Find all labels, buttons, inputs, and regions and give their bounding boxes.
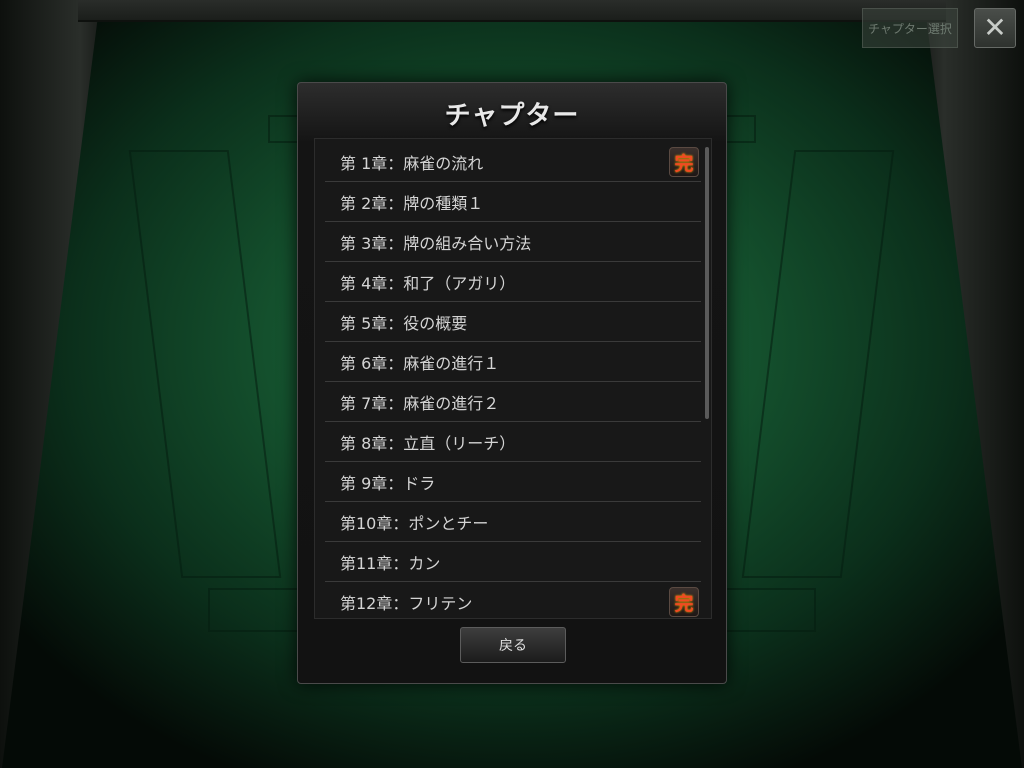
chapter-row[interactable]: 第 6章：麻雀の進行１ (325, 342, 701, 382)
chapter-label: 第 5章：役の概要 (340, 313, 468, 333)
table-frame-top (78, 0, 946, 22)
chapter-label: 第 7章：麻雀の進行２ (340, 393, 500, 413)
chapter-row[interactable]: 第 4章：和了（アガリ） (325, 262, 701, 302)
chapter-label: 第11章：カン (340, 553, 441, 573)
complete-badge: 完 (669, 587, 699, 617)
chapter-label: 第 2章：牌の種類１ (340, 193, 484, 213)
chapter-row[interactable]: 第 8章：立直（リーチ） (325, 422, 701, 462)
chapter-select-button[interactable]: チャプター選択 (862, 8, 958, 48)
chapter-label: 第12章：フリテン (340, 593, 473, 613)
chapter-row[interactable]: 第 2章：牌の種類１ (325, 182, 701, 222)
chapter-row[interactable]: 第 1章：麻雀の流れ 完 (325, 142, 701, 182)
felt-marking-left (128, 150, 282, 578)
chapter-label: 第 8章：立直（リーチ） (340, 433, 516, 453)
chapter-row[interactable]: 第10章：ポンとチー (325, 502, 701, 542)
table-frame-right (924, 0, 1024, 768)
chapter-dialog: チャプター 第 1章：麻雀の流れ完第 2章：牌の種類１ 第 3章：牌の組み合い方法… (297, 82, 727, 684)
scrollbar[interactable] (705, 147, 709, 419)
game-screen: チャプター選択 ✕ チャプター 第 1章：麻雀の流れ完第 2章：牌の種類１ 第 3… (0, 0, 1024, 768)
chapter-label: 第 6章：麻雀の進行１ (340, 353, 500, 373)
chapter-row[interactable]: 第 5章：役の概要 (325, 302, 701, 342)
chapter-label: 第10章：ポンとチー (340, 513, 489, 533)
chapter-row[interactable]: 第12章：フリテン 完 (325, 582, 701, 618)
chapter-row[interactable]: 第 9章：ドラ (325, 462, 701, 502)
chapter-row[interactable]: 第 3章：牌の組み合い方法 (325, 222, 701, 262)
table-frame-left (0, 0, 100, 768)
complete-badge: 完 (669, 147, 699, 177)
back-button[interactable]: 戻る (460, 627, 566, 663)
chapter-label: 第 1章：麻雀の流れ (340, 153, 484, 173)
chapter-row[interactable]: 第11章：カン (325, 542, 701, 582)
chapter-row[interactable]: 第 7章：麻雀の進行２ (325, 382, 701, 422)
chapter-list[interactable]: 第 1章：麻雀の流れ完第 2章：牌の種類１ 第 3章：牌の組み合い方法第 4章：和… (314, 138, 712, 619)
chapter-label: 第 3章：牌の組み合い方法 (340, 233, 532, 253)
felt-marking-right (741, 150, 895, 578)
dialog-title: チャプター (444, 101, 580, 131)
chapter-label: 第 9章：ドラ (340, 473, 436, 493)
chapter-select-label: チャプター選択 (868, 21, 952, 36)
back-button-label: 戻る (499, 638, 527, 654)
chapter-label: 第 4章：和了（アガリ） (340, 273, 516, 293)
close-button[interactable]: ✕ (974, 8, 1016, 48)
close-icon: ✕ (983, 11, 1007, 44)
